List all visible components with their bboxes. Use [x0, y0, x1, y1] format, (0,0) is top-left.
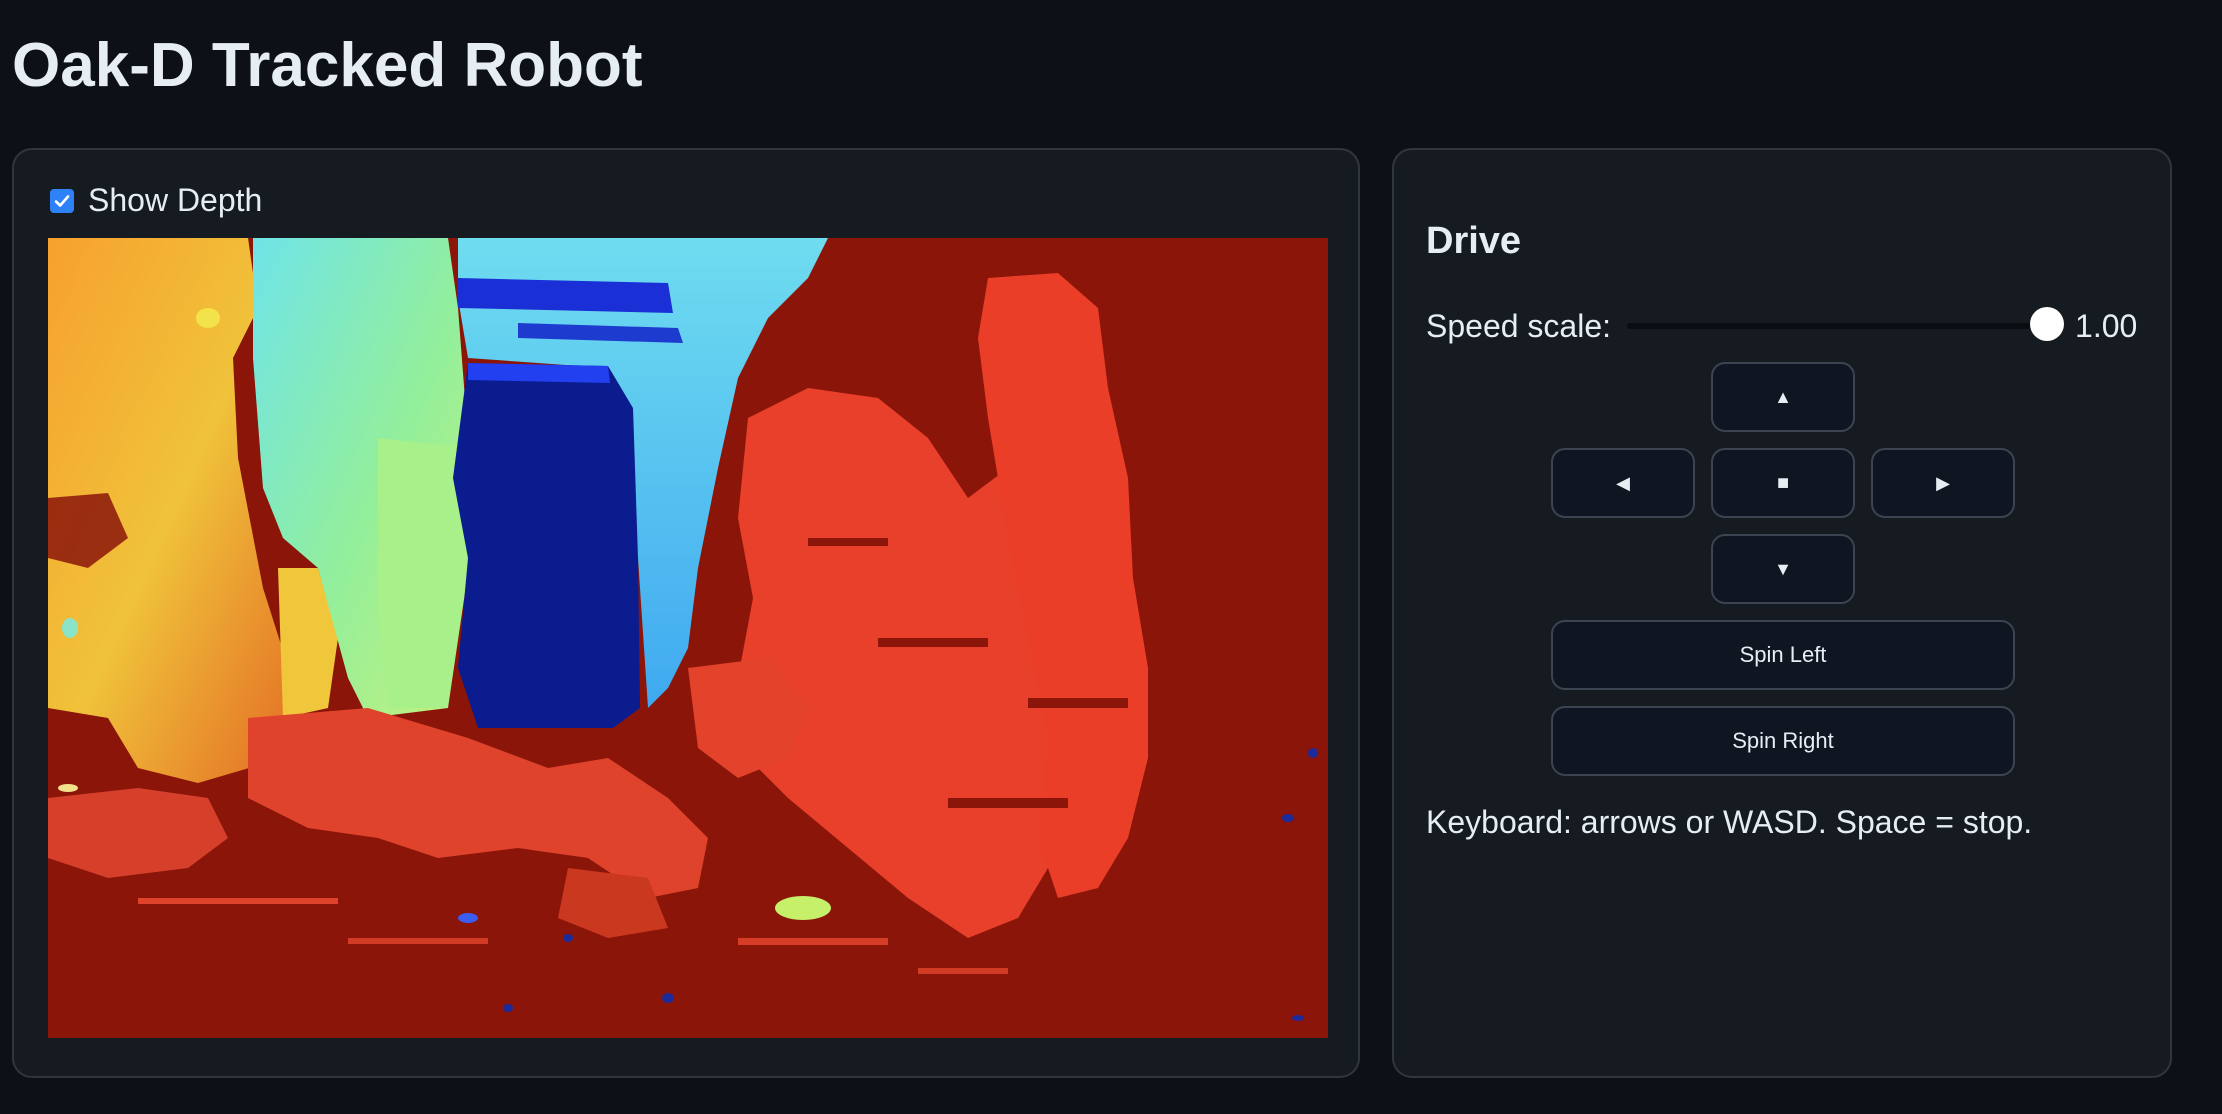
spin-left-button[interactable]: Spin Left	[1551, 620, 2015, 690]
drive-panel: Drive Speed scale: 1.00 ▲ ◀ ■ ▶ ▼ Spin L…	[1392, 148, 2172, 1078]
depth-camera-feed	[48, 238, 1328, 1038]
right-button[interactable]: ▶	[1871, 448, 2015, 518]
checkmark-icon	[54, 194, 70, 207]
drive-title: Drive	[1426, 220, 1522, 262]
backward-button[interactable]: ▼	[1711, 534, 1855, 604]
keyboard-hint: Keyboard: arrows or WASD. Space = stop.	[1426, 804, 2033, 840]
show-depth-toggle[interactable]: Show Depth	[50, 182, 262, 219]
arrow-up-icon: ▲	[1774, 386, 1792, 407]
forward-button[interactable]: ▲	[1711, 362, 1855, 432]
speed-scale-value: 1.00	[2075, 307, 2138, 344]
show-depth-label: Show Depth	[88, 182, 263, 218]
spin-right-button[interactable]: Spin Right	[1551, 706, 2015, 776]
speed-scale-thumb[interactable]	[2030, 307, 2065, 341]
page-title: Oak-D Tracked Robot	[12, 31, 643, 100]
speed-scale-row: Speed scale: 1.00	[1426, 302, 2142, 350]
stop-icon: ■	[1776, 471, 1790, 494]
left-button[interactable]: ◀	[1551, 448, 1695, 518]
video-panel: Show Depth	[12, 148, 1360, 1078]
arrow-right-icon: ▶	[1936, 472, 1950, 493]
arrow-left-icon: ◀	[1616, 472, 1630, 493]
speed-scale-slider[interactable]	[1627, 307, 2065, 341]
show-depth-checkbox[interactable]	[50, 188, 74, 213]
arrow-down-icon: ▼	[1774, 558, 1792, 579]
speed-scale-label: Speed scale:	[1426, 307, 1612, 344]
stop-button[interactable]: ■	[1711, 448, 1855, 518]
speed-scale-fill	[1627, 323, 2048, 329]
